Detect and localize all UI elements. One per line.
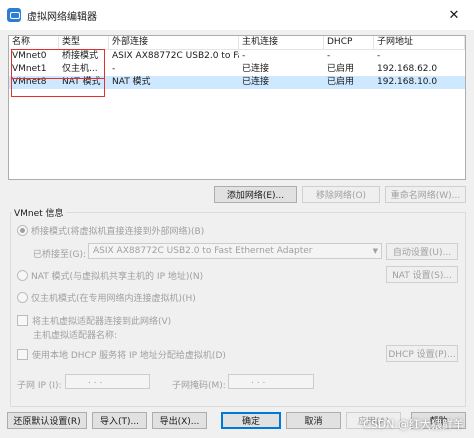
table-row[interactable]: VMnet1 仅主机... - 已连接 已启用 192.168.62.0 (9, 63, 465, 76)
watermark: CSDN @红大猥鲜羊 (363, 418, 464, 431)
cancel-button[interactable]: 取消 (286, 412, 341, 429)
bridged-adapter-select[interactable]: ASIX AX88772C USB2.0 to Fast Ethernet Ad… (88, 243, 382, 259)
cell-dhcp: 已启用 (327, 64, 355, 74)
cell-type: 桥接模式 (62, 51, 99, 61)
column-header-dhcp[interactable]: DHCP (324, 36, 374, 50)
column-header-type[interactable]: 类型 (59, 36, 109, 50)
subnet-ip-label: 子网 IP (I): (17, 381, 62, 391)
cell-external: - (112, 64, 116, 74)
connect-adapter-label: 将主机虚拟适配器连接到此网络(V) (32, 317, 172, 327)
host-only-radio[interactable]: 仅主机模式(在专用网络内连接虚拟机)(H) (17, 291, 196, 304)
radio-indicator (17, 225, 28, 236)
table-row[interactable]: VMnet0 桥接模式 ASIX AX88772C USB2.0 to Fast… (9, 50, 465, 63)
table-header: 名称 类型 外部连接 主机连接 DHCP 子网地址 (9, 36, 465, 50)
cell-subnet: 192.168.62.0 (377, 64, 438, 74)
cell-host: 已连接 (239, 76, 324, 89)
cell-name: VMnet8 (9, 76, 59, 89)
column-header-name[interactable]: 名称 (9, 36, 59, 50)
radio-indicator (17, 270, 28, 281)
rename-network-button[interactable]: 重命名网络(W)... (385, 186, 466, 203)
network-table: 名称 类型 外部连接 主机连接 DHCP 子网地址 VMnet0 桥接模式 AS… (8, 35, 466, 180)
import-button[interactable]: 导入(T)... (92, 412, 147, 429)
checkbox-indicator (17, 349, 28, 360)
dhcp-label: 使用本地 DHCP 服务将 IP 地址分配给虚拟机(D) (32, 351, 226, 361)
title-bar: 虚拟网络编辑器 ✕ (0, 0, 474, 30)
host-only-label: 仅主机模式(在专用网络内连接虚拟机)(H) (31, 294, 196, 304)
radio-indicator (17, 292, 28, 303)
column-header-external[interactable]: 外部连接 (109, 36, 239, 50)
bridged-to-label: 已桥接至(G): (33, 250, 87, 260)
nat-mode-label: NAT 模式(与虚拟机共享主机的 IP 地址)(N) (31, 272, 204, 282)
connect-adapter-checkbox[interactable]: 将主机虚拟适配器连接到此网络(V) (17, 314, 171, 327)
cell-dhcp: 已启用 (324, 76, 374, 89)
subnet-mask-dots: . . . (251, 376, 266, 386)
nat-settings-button[interactable]: NAT 设置(S)... (386, 266, 458, 283)
subnet-mask-label: 子网掩码(M): (172, 381, 226, 391)
checkbox-indicator (17, 315, 28, 326)
remove-network-button[interactable]: 移除网络(O) (302, 186, 380, 203)
cell-type: 仅主机... (62, 64, 98, 74)
window-title: 虚拟网络编辑器 (27, 11, 97, 23)
cell-external: NAT 模式 (109, 76, 239, 89)
cell-host: - (242, 51, 246, 61)
chevron-down-icon: ▼ (372, 247, 378, 255)
cell-external: ASIX AX88772C USB2.0 to Fast... (112, 51, 239, 61)
cell-host: 已连接 (242, 64, 270, 74)
add-network-button[interactable]: 添加网络(E)... (214, 186, 297, 203)
restore-defaults-button[interactable]: 还原默认设置(R) (7, 412, 87, 429)
subnet-mask-input[interactable]: . . . (228, 374, 314, 389)
cell-name: VMnet0 (12, 51, 47, 61)
export-button[interactable]: 导出(X)... (152, 412, 207, 429)
network-editor-icon (7, 8, 21, 22)
cell-dhcp: - (327, 51, 331, 61)
cell-type: NAT 模式 (59, 76, 109, 89)
bridged-mode-label: 桥接模式(将虚拟机直接连接到外部网络)(B) (31, 227, 205, 237)
ok-button[interactable]: 确定 (221, 412, 281, 429)
cell-name: VMnet1 (12, 64, 47, 74)
subnet-ip-input[interactable]: . . . (65, 374, 150, 389)
column-header-host[interactable]: 主机连接 (239, 36, 324, 50)
subnet-ip-dots: . . . (88, 376, 103, 386)
bridged-mode-radio[interactable]: 桥接模式(将虚拟机直接连接到外部网络)(B) (17, 224, 204, 237)
cell-subnet: 192.168.10.0 (374, 76, 465, 89)
dhcp-settings-button[interactable]: DHCP 设置(P)... (386, 345, 458, 362)
column-header-subnet[interactable]: 子网地址 (374, 36, 465, 50)
dhcp-checkbox[interactable]: 使用本地 DHCP 服务将 IP 地址分配给虚拟机(D) (17, 348, 226, 361)
cell-subnet: - (377, 51, 381, 61)
bridged-adapter-value: ASIX AX88772C USB2.0 to Fast Ethernet Ad… (93, 246, 313, 256)
close-button[interactable]: ✕ (434, 0, 474, 30)
table-row-selected[interactable]: VMnet8 NAT 模式 NAT 模式 已连接 已启用 192.168.10.… (9, 76, 465, 89)
vmnet-info-title: VMnet 信息 (12, 206, 66, 219)
auto-settings-button[interactable]: 自动设置(U)... (386, 243, 458, 260)
adapter-name-label: 主机虚拟适配器名称: (33, 331, 118, 341)
nat-mode-radio[interactable]: NAT 模式(与虚拟机共享主机的 IP 地址)(N) (17, 269, 203, 282)
